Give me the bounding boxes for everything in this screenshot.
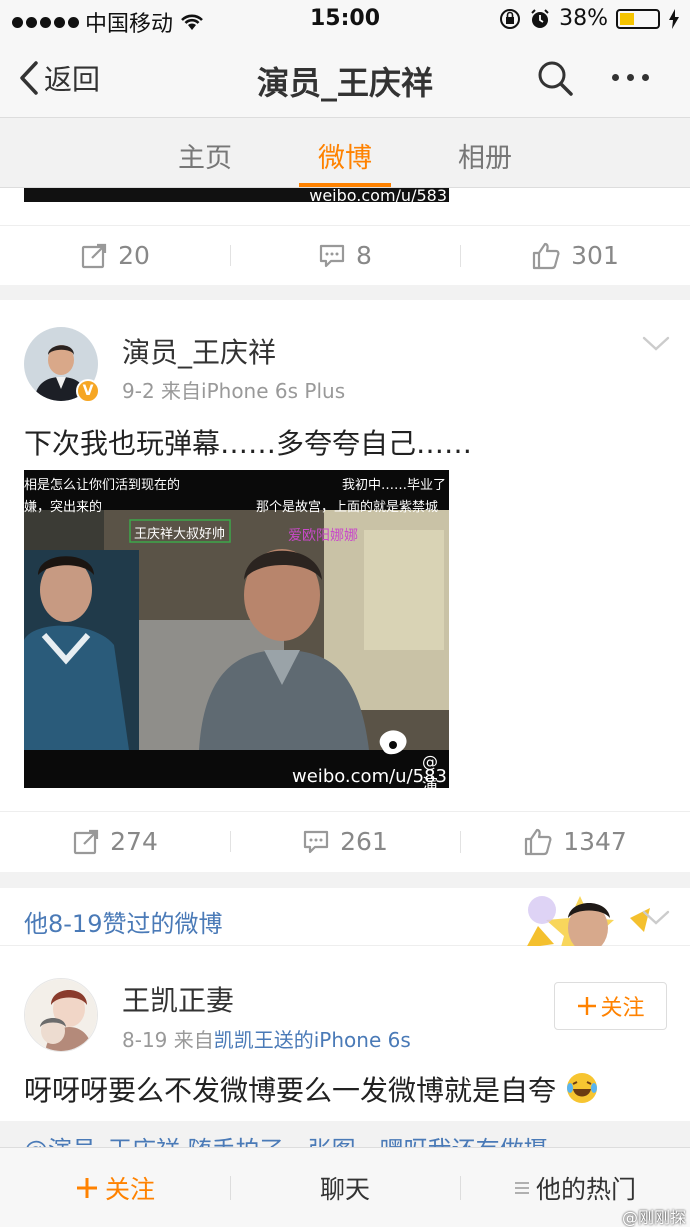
repost-count: 274 xyxy=(110,827,158,856)
feed-card-previous: weibo.com/u/583 20 8 301 xyxy=(0,188,690,285)
video-watermark: weibo.com/u/583 xyxy=(292,766,447,787)
chevron-down-icon[interactable] xyxy=(642,336,670,352)
plus-icon xyxy=(578,997,597,1015)
liked-post-source-link[interactable]: 凯凯王送的iPhone 6s xyxy=(214,1028,411,1052)
video-thumbnail[interactable]: 相是怎么让你们活到现在的 我初中……毕业了 嫌，突出来的 那个是故宫，上面的就是… xyxy=(24,470,449,788)
chat-button[interactable]: 聊天 xyxy=(230,1170,460,1206)
thumbs-up-icon xyxy=(525,828,552,855)
liked-post-date: 8-19 xyxy=(122,1028,168,1052)
liked-post-author[interactable]: 王凯正妻 xyxy=(122,979,234,1019)
tab-weibo[interactable]: 微博 xyxy=(318,136,372,175)
bottom-follow-label: 关注 xyxy=(104,1174,155,1204)
repost-button[interactable]: 274 xyxy=(0,827,230,856)
avatar[interactable] xyxy=(24,978,98,1052)
search-icon[interactable] xyxy=(535,58,575,98)
profile-tabs: 主页 微博 相册 xyxy=(0,118,690,188)
like-count: 301 xyxy=(571,241,619,270)
like-button[interactable]: 301 xyxy=(460,241,690,271)
liked-post-card: 王凯正妻 8-19 来自凯凯王送的iPhone 6s 关注 呀呀呀要么不发微博要… xyxy=(0,946,690,1121)
repost-icon xyxy=(81,243,107,268)
battery-icon xyxy=(616,8,660,29)
navigation-bar: 返回 演员_王庆祥 xyxy=(0,40,690,118)
repost-icon xyxy=(74,829,99,854)
orientation-lock-icon xyxy=(500,8,521,29)
post-meta: 9-2 来自iPhone 6s Plus xyxy=(122,375,345,404)
danmaku-comment: 那个是故宫，上面的就是紫禁城 xyxy=(256,500,439,515)
post-source: 来自iPhone 6s Plus xyxy=(161,379,346,403)
like-count: 1347 xyxy=(563,827,627,856)
charging-icon xyxy=(669,8,679,29)
alarm-icon xyxy=(531,8,549,28)
liked-section-header: 他8-19赞过的微博 xyxy=(0,888,690,958)
video-watermark: weibo.com/u/583 xyxy=(309,188,447,202)
laughing-emoji-icon xyxy=(566,1073,597,1103)
liked-post-text: 呀呀呀要么不发微博要么一发微博就是自夸 xyxy=(24,1069,599,1109)
danmaku-comment: 嫌，突出来的 xyxy=(24,500,103,515)
chevron-down-icon[interactable] xyxy=(642,910,670,926)
menu-icon xyxy=(514,1181,529,1194)
corner-watermark: @刚刚探 xyxy=(621,1208,686,1227)
repost-count: 20 xyxy=(118,241,150,270)
comment-button[interactable]: 261 xyxy=(230,827,460,856)
action-bar: 20 8 301 xyxy=(0,225,690,285)
comment-count: 261 xyxy=(340,827,388,856)
verified-badge: V xyxy=(76,379,100,403)
danmaku-comment: 相是怎么让你们活到现在的 xyxy=(24,478,181,493)
status-bar: 中国移动 15:00 38% xyxy=(0,0,690,40)
battery-percent: 38% xyxy=(559,6,608,31)
danmaku-comment: 爱欧阳娜娜 xyxy=(288,528,358,544)
hot-posts-button[interactable]: 他的热门 xyxy=(460,1170,690,1206)
tab-home[interactable]: 主页 xyxy=(178,136,232,175)
liked-section-title[interactable]: 他8-19赞过的微博 xyxy=(24,904,222,939)
plus-icon xyxy=(76,1177,97,1198)
comment-count: 8 xyxy=(356,241,372,270)
comment-button[interactable]: 8 xyxy=(230,241,460,270)
feed-card: V 演员_王庆祥 9-2 来自iPhone 6s Plus 下次我也玩弹幕……多… xyxy=(0,300,690,872)
repost-button[interactable]: 20 xyxy=(0,241,230,270)
follow-label: 关注 xyxy=(600,996,645,1021)
post-date: 9-2 xyxy=(122,379,155,403)
danmaku-comment: 王庆祥大叔好帅 xyxy=(134,527,226,542)
danmaku-comment: 我初中……毕业了 xyxy=(342,478,447,493)
more-options-button[interactable] xyxy=(612,74,649,81)
comment-icon xyxy=(319,244,345,267)
chat-label: 聊天 xyxy=(319,1174,370,1204)
action-bar: 274 261 1347 xyxy=(0,811,690,871)
tab-album[interactable]: 相册 xyxy=(458,136,512,175)
hot-posts-label: 他的热门 xyxy=(535,1174,636,1204)
thumbs-up-icon xyxy=(533,242,560,269)
like-button[interactable]: 1347 xyxy=(460,827,690,857)
active-tab-indicator xyxy=(299,183,391,187)
video-thumbnail[interactable]: weibo.com/u/583 xyxy=(24,188,449,202)
liked-post-meta: 8-19 来自凯凯王送的iPhone 6s xyxy=(122,1024,411,1053)
liked-post-text-content: 呀呀呀要么不发微博要么一发微博就是自夸 xyxy=(24,1074,557,1107)
post-author[interactable]: 演员_王庆祥 xyxy=(122,331,276,371)
comment-icon xyxy=(304,830,329,853)
bottom-action-bar: 关注 聊天 他的热门 xyxy=(0,1147,690,1227)
bottom-follow-button[interactable]: 关注 xyxy=(0,1170,230,1206)
page-title: 演员_王庆祥 xyxy=(256,64,433,102)
post-text: 下次我也玩弹幕……多夸夸自己…… xyxy=(24,427,473,460)
liked-post-source-prefix: 来自 xyxy=(173,1028,214,1052)
follow-button[interactable]: 关注 xyxy=(554,982,667,1030)
